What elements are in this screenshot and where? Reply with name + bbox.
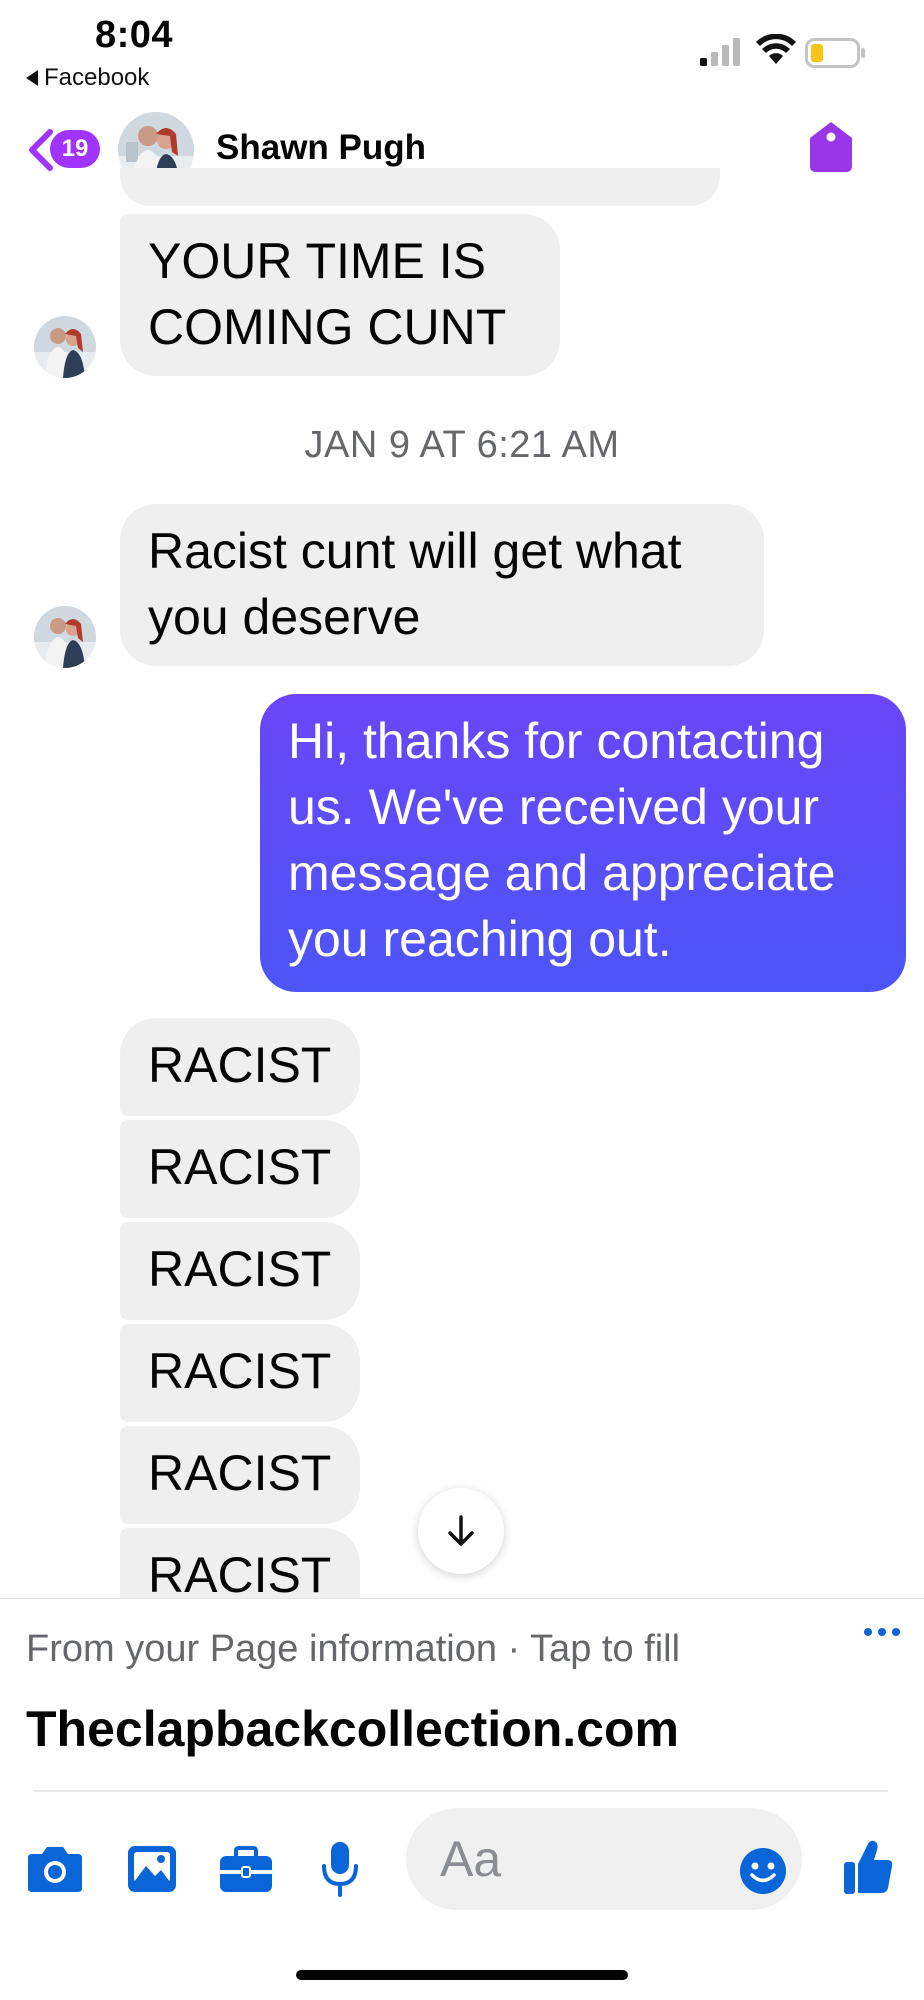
divider [34,1790,888,1792]
incoming-message[interactable]: YOUR TIME IS COMING CUNT [120,214,560,376]
contact-avatar-small[interactable] [34,606,96,668]
contact-photo-icon [34,606,96,668]
back-to-app-link[interactable]: Facebook [26,64,149,92]
unread-count-badge[interactable]: 19 [50,130,100,168]
more-options-icon[interactable] [862,1624,902,1640]
autofill-suggestion-panel [0,1598,924,1791]
contact-avatar-small[interactable] [34,316,96,378]
briefcase-icon[interactable] [218,1846,274,1894]
autofill-suggestion[interactable]: Theclapbackcollection.com [26,1700,679,1758]
thumbs-up-icon[interactable] [842,1838,894,1896]
back-app-label: Facebook [44,64,150,91]
microphone-icon[interactable] [320,1840,360,1898]
wifi-icon [756,34,796,64]
incoming-message[interactable]: RACIST [120,1018,360,1116]
arrow-down-icon [448,1515,474,1546]
battery-icon [805,38,865,68]
scroll-to-bottom-button[interactable] [418,1488,504,1574]
incoming-message[interactable]: RACIST [120,1222,360,1320]
contact-name[interactable]: Shawn Pugh [216,128,426,168]
outgoing-message[interactable]: Hi, thanks for contacting us. We've rece… [260,694,906,992]
autofill-hint[interactable]: From your Page information · Tap to fill [26,1628,680,1671]
image-icon[interactable] [126,1844,178,1894]
message-timestamp: JAN 9 AT 6:21 AM [304,424,620,466]
back-triangle-icon [26,70,38,86]
label-tag-icon[interactable] [808,120,854,174]
previous-message-bubble [120,168,720,206]
incoming-message[interactable]: RACIST [120,1120,360,1218]
emoji-icon[interactable] [738,1846,788,1896]
home-indicator[interactable] [296,1970,628,1980]
camera-icon[interactable] [26,1844,84,1894]
cellular-signal-icon [700,38,740,66]
incoming-message[interactable]: RACIST [120,1426,360,1524]
incoming-message[interactable]: RACIST [120,1324,360,1422]
status-time: 8:04 [95,14,174,56]
incoming-message[interactable]: Racist cunt will get what you deserve [120,504,764,666]
incoming-message[interactable]: RACIST [120,1528,360,1598]
message-input-placeholder[interactable]: Aa [440,1830,501,1888]
contact-photo-icon [34,316,96,378]
